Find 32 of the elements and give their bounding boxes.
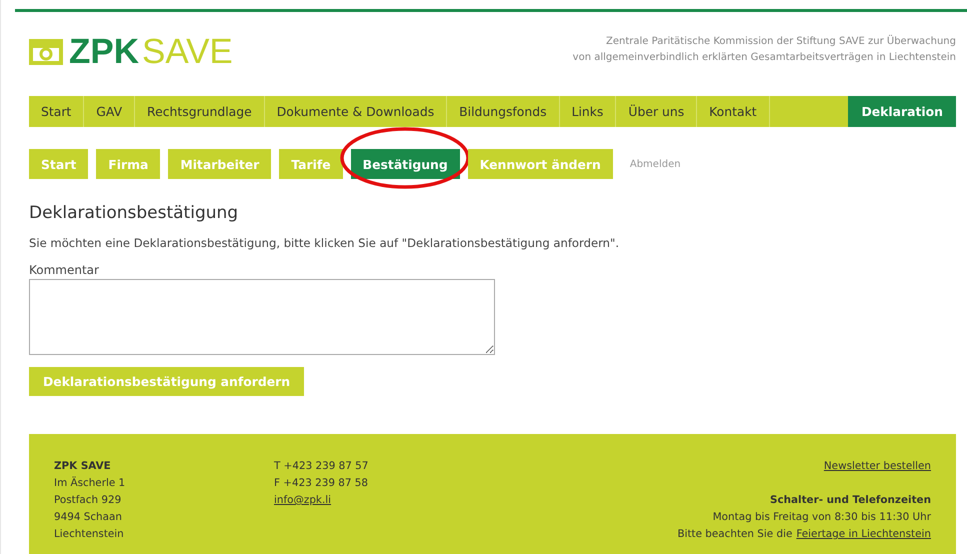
logo-icon — [29, 39, 63, 65]
page-heading: Deklarationsbestätigung — [29, 203, 240, 223]
fax-text: F +423 239 87 58 — [274, 476, 370, 491]
nav-item[interactable]: Deklaration — [848, 96, 956, 127]
nav-item[interactable]: Start — [29, 96, 84, 127]
holidays-link[interactable]: Feiertage in Liechtenstein — [796, 526, 931, 543]
nav-item[interactable]: Rechtsgrundlage — [135, 96, 265, 127]
address-line: Postfach 929 — [54, 493, 122, 508]
field-label: Kommentar — [29, 263, 100, 277]
holidays-text: Bitte beachten Sie die — [677, 527, 792, 542]
logo-text: ZPK — [69, 36, 139, 68]
newsletter-link[interactable]: Newsletter bestellen — [824, 458, 931, 475]
nav-item[interactable]: GAV — [84, 96, 136, 127]
comment-field[interactable] — [29, 279, 495, 355]
phone-text: T +423 239 87 57 — [274, 459, 370, 474]
hours-title: Schalter- und Telefonzeiten — [770, 493, 931, 508]
address-line: ZPK SAVE — [54, 459, 112, 474]
intro-text: Sie möchten eine Deklarationsbestätigung, bitte klicken Sie auf "Deklarationsbestätigung anfordern". — [29, 236, 620, 250]
address-line: Liechtenstein — [54, 527, 125, 542]
address-line: Im Äscherle 1 — [54, 476, 126, 491]
nav-item[interactable]: Kontakt — [697, 96, 770, 127]
tagline: Zentrale Paritätische Kommission der Stiftung SAVE zur Überwachung — [605, 34, 956, 49]
email-link[interactable]: info@zpk.li — [274, 492, 574, 509]
tagline: von allgemeinverbindlich erklärten Gesamtarbeitsverträgen in Liechtenstein — [572, 51, 956, 65]
logo-text: SAVE — [142, 36, 233, 68]
nav-item[interactable]: Über uns — [616, 96, 698, 127]
nav-item[interactable]: Dokumente & Downloads — [264, 96, 448, 127]
sub-tab[interactable]: Bestätigung — [350, 149, 460, 179]
nav-item[interactable]: Links — [560, 96, 616, 127]
nav-item[interactable]: Bildungsfonds — [447, 96, 560, 127]
hours-text: Montag bis Freitag von 8:30 bis 11:30 Uhr — [712, 510, 931, 525]
address-line: 9494 Schaan — [54, 510, 123, 525]
